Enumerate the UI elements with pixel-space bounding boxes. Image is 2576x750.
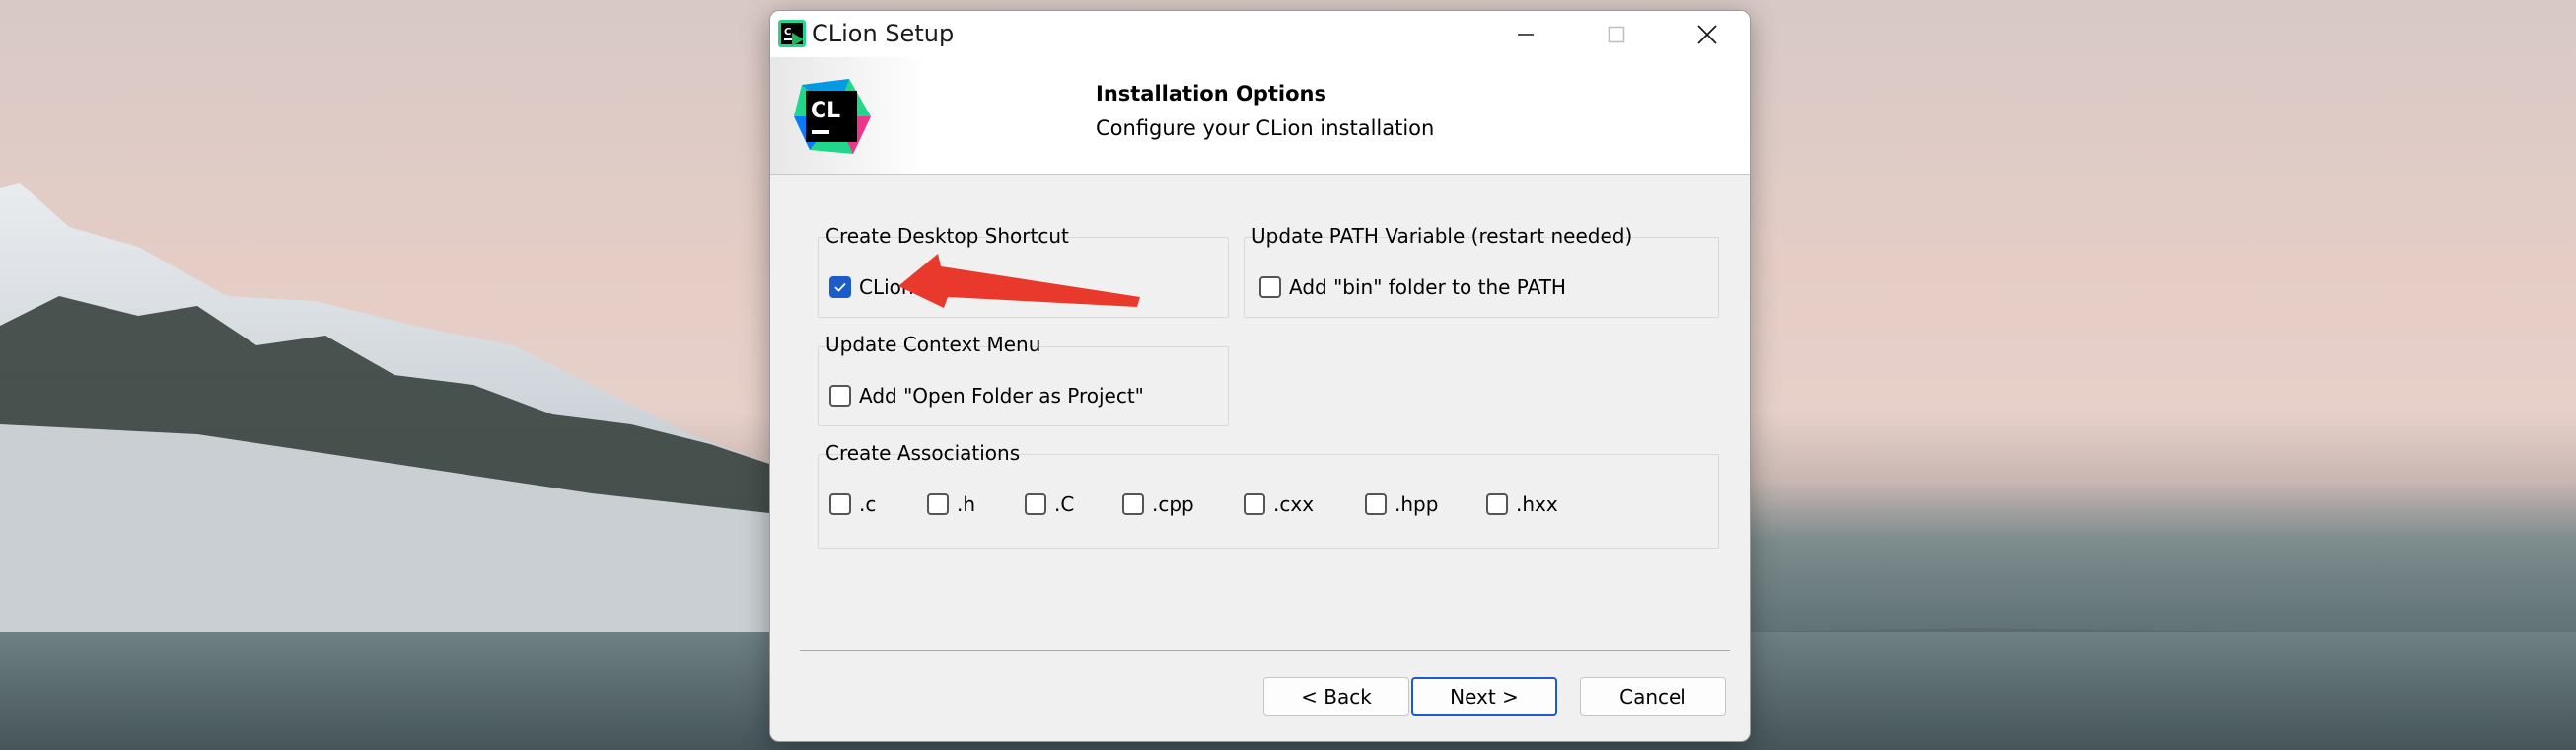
open-folder-as-project-label: Add "Open Folder as Project" (859, 384, 1144, 408)
checkbox-unchecked (1244, 493, 1265, 515)
close-icon (1697, 24, 1717, 44)
minimize-button[interactable] (1480, 11, 1571, 57)
checkbox-unchecked (1025, 493, 1046, 515)
checkbox-unchecked (829, 385, 851, 407)
cancel-button[interactable]: Cancel (1580, 677, 1726, 716)
header-title: Installation Options (1096, 82, 1326, 106)
footer-separator (800, 650, 1730, 651)
logo-text: CL (811, 99, 840, 123)
desktop-shortcut-label: Create Desktop Shortcut (825, 224, 1069, 248)
assoc-c-checkbox[interactable]: .c (829, 492, 876, 516)
close-button[interactable] (1662, 11, 1750, 57)
title-bar: C CLion Setup (770, 11, 1750, 57)
assoc-hpp-checkbox[interactable]: .hpp (1365, 492, 1438, 516)
clion-setup-window: C CLion Setup CL Installation Options Co… (769, 10, 1751, 742)
assoc-cpp-label: .cpp (1152, 492, 1194, 516)
checkbox-unchecked (927, 493, 949, 515)
clion-logo: CL (794, 79, 871, 154)
checkbox-unchecked (1486, 493, 1508, 515)
assoc-hxx-checkbox[interactable]: .hxx (1486, 492, 1558, 516)
associations-label: Create Associations (825, 441, 1021, 465)
add-bin-to-path-label: Add "bin" folder to the PATH (1289, 275, 1566, 299)
next-button[interactable]: Next > (1411, 677, 1557, 716)
maximize-button[interactable] (1571, 11, 1662, 57)
window-title: CLion Setup (812, 20, 955, 47)
header-subtitle: Configure your CLion installation (1096, 116, 1435, 140)
clion-app-icon: C (778, 20, 806, 47)
checkbox-checked (829, 276, 851, 298)
assoc-cpp-checkbox[interactable]: .cpp (1122, 492, 1194, 516)
context-menu-label: Update Context Menu (825, 333, 1041, 356)
open-folder-as-project-checkbox[interactable]: Add "Open Folder as Project" (829, 384, 1144, 408)
assoc-C-upper-label: .C (1054, 492, 1075, 516)
assoc-cxx-checkbox[interactable]: .cxx (1244, 492, 1314, 516)
assoc-hpp-label: .hpp (1395, 492, 1439, 516)
checkbox-unchecked (1259, 276, 1281, 298)
assoc-h-label: .h (957, 492, 976, 516)
installer-header: CL Installation Options Configure your C… (770, 57, 1750, 175)
assoc-hxx-label: .hxx (1516, 492, 1558, 516)
path-variable-label: Update PATH Variable (restart needed) (1252, 224, 1633, 248)
back-button[interactable]: < Back (1263, 677, 1409, 716)
svg-text:C: C (784, 27, 791, 38)
checkbox-unchecked (1365, 493, 1387, 515)
clion-shortcut-label: CLion (859, 275, 914, 299)
checkbox-unchecked (1122, 493, 1144, 515)
logo-area: CL (770, 57, 928, 174)
assoc-c-label: .c (859, 492, 877, 516)
clion-shortcut-checkbox[interactable]: CLion (829, 275, 914, 299)
assoc-cxx-label: .cxx (1273, 492, 1315, 516)
minimize-icon (1518, 33, 1534, 36)
checkmark-icon (834, 282, 846, 292)
assoc-h-checkbox[interactable]: .h (927, 492, 975, 516)
assoc-C-upper-checkbox[interactable]: .C (1025, 492, 1074, 516)
maximize-icon (1608, 26, 1625, 42)
checkbox-unchecked (829, 493, 851, 515)
add-bin-to-path-checkbox[interactable]: Add "bin" folder to the PATH (1259, 275, 1566, 299)
